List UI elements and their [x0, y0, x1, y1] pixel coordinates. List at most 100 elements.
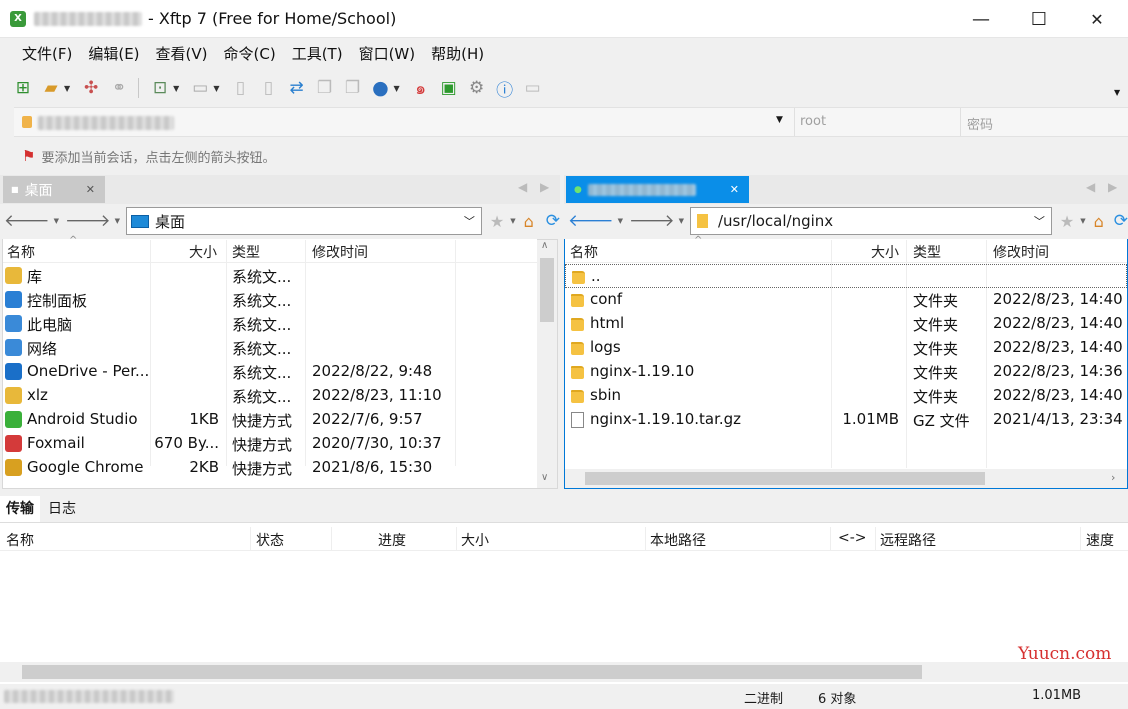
transfer-h-scrollbar[interactable]: [0, 662, 1128, 682]
menu-tools[interactable]: 工具(T): [284, 38, 351, 70]
col-direction[interactable]: <->: [838, 530, 867, 546]
chevron-down-icon[interactable]: ▼: [679, 217, 684, 225]
host-input[interactable]: [38, 116, 174, 130]
col-modified[interactable]: 修改时间: [993, 242, 1049, 262]
transfer-arrows-icon[interactable]: ⇄: [283, 75, 309, 101]
document-icon[interactable]: ▯: [227, 75, 253, 101]
table-row[interactable]: nginx-1.19.10.tar.gz 1.01MB GZ 文件 2021/4/13…: [565, 408, 1127, 432]
star-icon[interactable]: ★: [490, 212, 504, 231]
remote-path-input[interactable]: /usr/local/nginx ﹀: [689, 207, 1052, 235]
scroll-right-icon[interactable]: ›: [1111, 471, 1115, 484]
col-size[interactable]: 大小: [871, 242, 899, 262]
menu-edit[interactable]: 编辑(E): [80, 38, 147, 70]
close-icon[interactable]: ✕: [730, 183, 739, 196]
password-input[interactable]: 密码: [967, 114, 993, 133]
table-row[interactable]: xlz 系统文... 2022/8/23, 11:10: [3, 384, 535, 408]
tab-scroll-left-icon[interactable]: ◀: [1086, 180, 1095, 194]
tab-remote-session[interactable]: ● ✕: [566, 176, 749, 203]
col-type[interactable]: 类型: [913, 242, 941, 262]
chevron-down-icon[interactable]: ▼: [173, 84, 179, 93]
table-row[interactable]: sbin 文件夹 2022/8/23, 14:40: [565, 384, 1127, 408]
scroll-down-icon[interactable]: ∨: [541, 472, 548, 483]
menu-window[interactable]: 窗口(W): [351, 38, 424, 70]
copy-icon[interactable]: ❐: [311, 75, 337, 101]
new-session-icon[interactable]: ⊞: [10, 75, 36, 101]
open-folder-icon[interactable]: ▰: [38, 75, 64, 101]
star-icon[interactable]: ★: [1060, 212, 1074, 231]
chevron-down-icon[interactable]: ▼: [54, 217, 59, 225]
scroll-up-icon[interactable]: ∧: [541, 240, 548, 251]
table-row[interactable]: 库 系统文...: [3, 264, 535, 288]
table-row[interactable]: OneDrive - Per... 系统文... 2022/8/22, 9:48: [3, 360, 535, 384]
back-arrow-icon[interactable]: 🡐: [568, 211, 614, 231]
col-name[interactable]: 名称: [570, 242, 598, 262]
col-status[interactable]: 状态: [256, 530, 284, 550]
col-modified[interactable]: 修改时间: [312, 242, 368, 262]
col-progress[interactable]: 进度: [378, 530, 406, 550]
tab-desktop[interactable]: ■ 桌面 ✕: [3, 176, 105, 203]
tab-scroll-left-icon[interactable]: ◀: [518, 180, 527, 194]
minimize-button[interactable]: —: [952, 0, 1010, 38]
menu-help[interactable]: 帮助(H): [423, 38, 492, 70]
close-button[interactable]: ✕: [1068, 0, 1126, 38]
chat-icon[interactable]: ▭: [520, 75, 546, 101]
chevron-down-icon[interactable]: ▼: [115, 217, 120, 225]
chevron-down-icon[interactable]: ▼: [213, 84, 219, 93]
local-scrollbar[interactable]: ∧ ∨: [537, 240, 557, 488]
col-name[interactable]: 名称: [6, 530, 34, 550]
tab-transfer[interactable]: 传输: [0, 496, 40, 522]
chevron-down-icon[interactable]: ▼: [64, 84, 70, 93]
col-local-path[interactable]: 本地路径: [650, 530, 706, 550]
local-path-input[interactable]: 桌面 ﹀: [125, 207, 482, 235]
username-input[interactable]: root: [800, 114, 826, 129]
col-name[interactable]: 名称: [7, 242, 35, 262]
home-icon[interactable]: ⌂: [1094, 212, 1104, 231]
menu-file[interactable]: 文件(F): [14, 38, 80, 70]
table-row[interactable]: 此电脑 系统文...: [3, 312, 535, 336]
document-copy-icon[interactable]: ▯: [255, 75, 281, 101]
forward-arrow-icon[interactable]: 🡒: [65, 211, 111, 231]
tab-scroll-right-icon[interactable]: ▶: [540, 180, 549, 194]
tab-log[interactable]: 日志: [40, 496, 84, 522]
run-icon[interactable]: ▭: [187, 75, 213, 101]
chevron-down-icon[interactable]: ▼: [618, 217, 623, 225]
maximize-button[interactable]: ☐: [1010, 0, 1068, 38]
table-row[interactable]: ..: [565, 264, 1127, 288]
table-row[interactable]: html 文件夹 2022/8/23, 14:40: [565, 312, 1127, 336]
table-row[interactable]: conf 文件夹 2022/8/23, 14:40: [565, 288, 1127, 312]
col-remote-path[interactable]: 远程路径: [880, 530, 936, 550]
col-size[interactable]: 大小: [461, 530, 489, 550]
table-row[interactable]: 控制面板 系统文...: [3, 288, 535, 312]
gear-icon[interactable]: ⚙: [464, 75, 490, 101]
xftp-icon[interactable]: ▣: [436, 75, 462, 101]
col-size[interactable]: 大小: [189, 242, 217, 262]
settings-window-icon[interactable]: ⊡: [147, 75, 173, 101]
menu-command[interactable]: 命令(C): [216, 38, 284, 70]
chevron-down-icon[interactable]: ▼: [1080, 217, 1085, 225]
chevron-down-icon[interactable]: ▼: [510, 217, 515, 225]
bookmark-arrow-icon[interactable]: ⚑: [22, 147, 35, 165]
table-row[interactable]: Google Chrome 2KB 快捷方式 2021/8/6, 15:30: [3, 456, 535, 480]
toolbar-overflow-icon[interactable]: ▼: [1114, 88, 1120, 97]
refresh-icon[interactable]: ⟳: [1114, 211, 1128, 231]
back-arrow-icon[interactable]: 🡐: [4, 211, 50, 231]
paste-icon[interactable]: ❐: [339, 75, 365, 101]
table-row[interactable]: Android Studio 1KB 快捷方式 2022/7/6, 9:57: [3, 408, 535, 432]
scrollbar-thumb[interactable]: [540, 258, 554, 322]
tab-scroll-right-icon[interactable]: ▶: [1108, 180, 1117, 194]
globe-icon[interactable]: ●: [367, 75, 393, 101]
xshell-icon[interactable]: ๑: [408, 75, 434, 101]
scrollbar-thumb[interactable]: [22, 665, 922, 679]
table-row[interactable]: Foxmail 670 By... 快捷方式 2020/7/30, 10:37: [3, 432, 535, 456]
scrollbar-thumb[interactable]: [585, 472, 985, 485]
chevron-down-icon[interactable]: ﹀: [464, 213, 475, 229]
table-row[interactable]: logs 文件夹 2022/8/23, 14:40: [565, 336, 1127, 360]
forward-arrow-icon[interactable]: 🡒: [629, 211, 675, 231]
host-dropdown-icon[interactable]: ▼: [776, 115, 783, 125]
transfer-mode[interactable]: 二进制: [744, 688, 783, 707]
menu-view[interactable]: 查看(V): [148, 38, 216, 70]
help-icon[interactable]: ⓘ: [492, 75, 518, 101]
remote-h-scrollbar[interactable]: ›: [565, 469, 1127, 488]
connect-icon[interactable]: ✣: [78, 75, 104, 101]
table-row[interactable]: 网络 系统文...: [3, 336, 535, 360]
